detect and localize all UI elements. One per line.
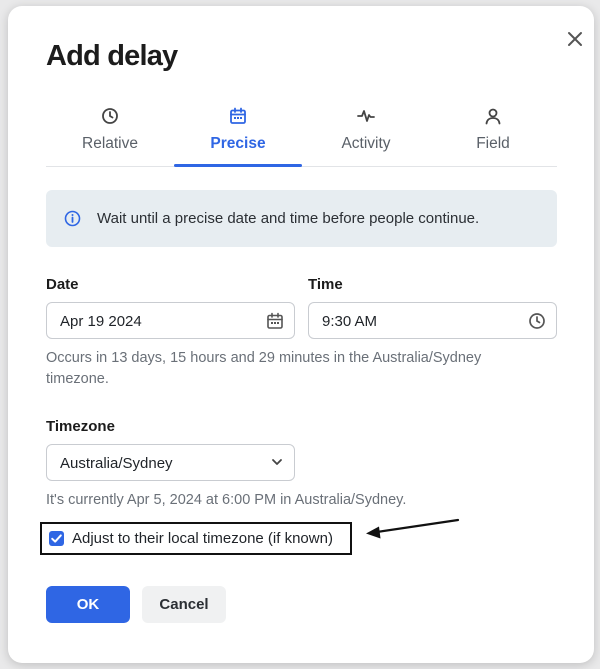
adjust-timezone-checkbox-row[interactable]: Adjust to their local timezone (if known… [40,522,352,555]
info-banner: Wait until a precise date and time befor… [46,190,557,247]
close-icon [568,32,582,46]
tab-label: Precise [210,135,266,152]
calendar-icon [230,107,246,124]
checkmark-icon [51,534,62,543]
calendar-icon[interactable] [266,312,284,330]
timezone-label: Timezone [46,418,115,435]
date-field[interactable]: Apr 19 2024 [46,302,295,339]
add-delay-dialog: Add delay Relative Precise Activity Fiel… [8,6,594,663]
occurs-text: Occurs in 13 days, 15 hours and 29 minut… [46,350,482,387]
tab-field[interactable]: Field [429,102,557,166]
date-label: Date [46,276,79,293]
cancel-button[interactable]: Cancel [142,586,226,623]
activity-icon [357,110,375,122]
tab-activity[interactable]: Activity [302,102,430,166]
tab-precise[interactable]: Precise [174,102,302,167]
delay-type-tabs: Relative Precise Activity Field [46,102,557,167]
dialog-title: Add delay [46,40,178,72]
info-text: Wait until a precise date and time befor… [97,210,480,227]
chevron-down-icon [272,459,282,465]
time-field[interactable]: 9:30 AM [308,302,557,339]
timezone-select[interactable]: Australia/Sydney [46,444,295,481]
close-button[interactable] [562,26,588,52]
adjust-timezone-checkbox[interactable] [49,531,64,546]
ok-button[interactable]: OK [46,586,130,623]
date-value: Apr 19 2024 [60,313,142,330]
tab-label: Field [476,135,510,152]
tab-label: Relative [82,135,138,152]
timezone-value: Australia/Sydney [60,455,173,472]
tab-relative[interactable]: Relative [46,102,174,166]
tab-label: Activity [341,135,391,152]
time-value: 9:30 AM [322,313,378,330]
current-time-text: It's currently Apr 5, 2024 at 6:00 PM in… [46,492,407,508]
user-icon [485,108,501,125]
info-icon [64,210,81,227]
clock-icon [102,108,118,124]
clock-icon[interactable] [528,312,546,330]
adjust-timezone-label: Adjust to their local timezone (if known… [72,530,333,547]
time-label: Time [308,276,343,293]
